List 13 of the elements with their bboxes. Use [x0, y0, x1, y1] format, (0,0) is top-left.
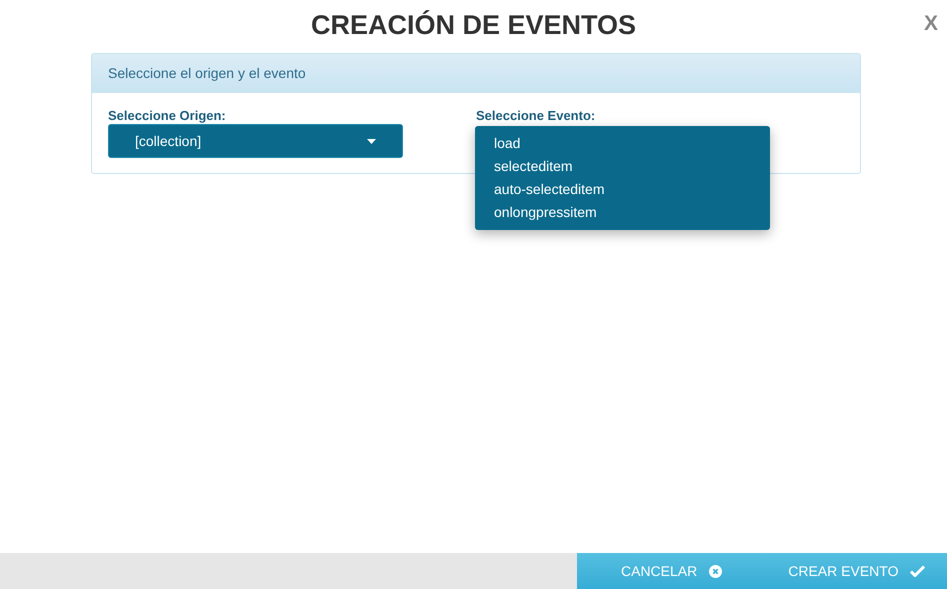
caret-icon [367, 138, 376, 144]
dialog-title: CREACIÓN DE EVENTOS [310, 10, 636, 40]
close-circle-icon [709, 564, 722, 578]
menu-item[interactable]: onlongpressitem [475, 201, 770, 224]
field-label: Seleccione Origen: [108, 108, 226, 123]
field-label: Seleccione Evento: [476, 108, 596, 123]
origin-dropdown[interactable]: [collection] [108, 124, 403, 158]
menu-item[interactable]: auto-selecteditem [475, 178, 770, 201]
panel-header: Seleccione el origen y el evento [92, 54, 860, 93]
menu-item[interactable]: load [475, 132, 770, 155]
check-icon [910, 565, 926, 577]
menu-item[interactable]: selecteditem [475, 155, 770, 178]
close-button[interactable]: X [924, 12, 938, 36]
